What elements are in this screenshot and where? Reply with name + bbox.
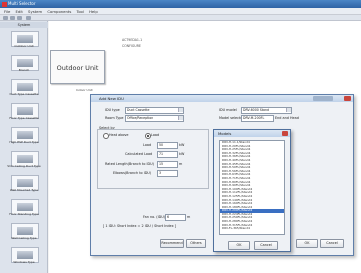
- palette-item-wall-mounted[interactable]: Wall Mounted Type: [4, 174, 44, 196]
- models-ok-button[interactable]: OK: [228, 241, 250, 250]
- save-icon[interactable]: [17, 16, 22, 20]
- menu-edit[interactable]: Edit: [16, 8, 23, 15]
- menu-system[interactable]: System: [28, 8, 42, 15]
- fan-label: Fan no. (IDU): [143, 215, 166, 219]
- open-icon[interactable]: [10, 16, 15, 20]
- idu-type-label: IDU type: [105, 108, 120, 112]
- load-group: [97, 129, 209, 189]
- palette-item-floor-standing[interactable]: Floor Standing Type: [4, 198, 44, 220]
- models-titlebar[interactable]: Models: [214, 130, 290, 137]
- calc-load-input[interactable]: 71: [157, 151, 178, 158]
- outdoor-unit-node[interactable]: Outdoor Unit: [50, 50, 105, 84]
- canvas-note-1: ACT9EDA1-1: [122, 38, 143, 42]
- rated-length-input[interactable]: 15: [157, 161, 178, 168]
- indoor-unit-node[interactable]: Indoor Unit: [76, 88, 93, 92]
- fan-input[interactable]: 6: [165, 214, 186, 221]
- load-input[interactable]: 50: [157, 142, 178, 149]
- palette-item-outdoor-unit[interactable]: Outdoor Unit: [4, 30, 44, 52]
- canvas-note-2: CONFIGURE: [122, 44, 141, 48]
- others-button[interactable]: Others: [186, 239, 206, 248]
- palette-item-windows[interactable]: Windows Type: [4, 246, 44, 268]
- close-icon[interactable]: [282, 131, 288, 136]
- elbows-input[interactable]: 3: [157, 170, 178, 177]
- idu-model-select[interactable]: DRV-6000 Stand: [241, 107, 292, 114]
- dialog-title: Add New IDU: [99, 96, 124, 101]
- menu-help[interactable]: Help: [89, 8, 98, 15]
- menu-bar: File Edit System Components Tool Help: [0, 8, 361, 15]
- cancel-button[interactable]: Cancel: [320, 239, 344, 248]
- print-icon[interactable]: [26, 16, 31, 20]
- rated-length-unit: m: [179, 162, 183, 166]
- palette-header: System: [0, 22, 48, 28]
- rated-length-label: Rated Length(Branch to IDU): [105, 162, 154, 166]
- elbows-label: Elbows(Branch to IDU): [113, 171, 152, 175]
- models-list[interactable]: DRV-H-11.1/Stand4 DRV-H-20FL/Stand4 DRV-H-…: [219, 140, 285, 235]
- models-title: Models: [218, 131, 232, 136]
- app-title: Multi Selector: [8, 1, 36, 6]
- palette-item-branch[interactable]: Branch: [4, 54, 44, 76]
- menu-components[interactable]: Components: [47, 8, 71, 15]
- menu-file[interactable]: File: [4, 8, 10, 15]
- radio-load-label: Load: [151, 133, 160, 137]
- load-unit: kW: [179, 143, 185, 147]
- room-type-select[interactable]: Office/Reception: [125, 115, 184, 122]
- idu-type-select[interactable]: Duct Cassette: [125, 107, 184, 114]
- model-selected-field[interactable]: DRV-M-200FL: [241, 115, 274, 122]
- palette-item-high-esp-duct[interactable]: High ESP Duct Type: [4, 126, 44, 148]
- room-type-label: Room Type: [105, 116, 124, 120]
- menu-tool[interactable]: Tool: [77, 8, 84, 15]
- model-selected-note: End and Head: [275, 116, 299, 120]
- calc-load-label: Calculated Load: [125, 152, 153, 156]
- dialog-titlebar[interactable]: Add New IDU: [91, 95, 353, 102]
- list-item[interactable]: DRV-FL-365/Stand4: [220, 227, 284, 231]
- calc-load-unit: kW: [179, 152, 185, 156]
- palette-item-wall-ceiling[interactable]: Wall Ceiling Type: [4, 222, 44, 244]
- palette-item-floor-cassette[interactable]: Floor Type Cassette: [4, 102, 44, 124]
- app-titlebar: Multi Selector: [0, 0, 361, 8]
- fan-unit: m: [187, 215, 191, 219]
- models-cancel-button[interactable]: Cancel: [254, 241, 278, 250]
- idu-model-label: IDU model: [219, 108, 237, 112]
- palette-item-slim-duct[interactable]: Slim Ceiling Duct Type: [4, 150, 44, 172]
- radio-heat-label: Heat above: [109, 133, 129, 137]
- new-icon[interactable]: [3, 16, 8, 20]
- close-icon[interactable]: [344, 96, 351, 101]
- app-icon: [2, 1, 7, 7]
- load-label: Load: [143, 143, 152, 147]
- palette-item-duct-cassette[interactable]: Duct Type Cassette: [4, 78, 44, 100]
- short-index-note: [ 1 IDU: Short Index = 2 IDU / Short Ind…: [103, 224, 176, 228]
- recommend-button[interactable]: Recommend: [160, 239, 184, 248]
- dialog-minimize-area[interactable]: [313, 96, 333, 101]
- ok-button[interactable]: OK: [296, 239, 318, 248]
- models-dialog: Models DRV-H-11.1/Stand4 DRV-H-20FL/Stand…: [213, 129, 291, 252]
